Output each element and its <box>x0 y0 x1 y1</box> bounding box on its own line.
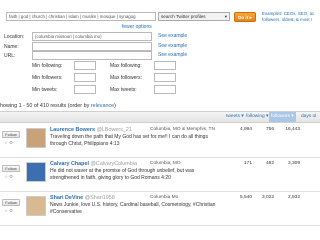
followers-count: 3,309 <box>287 161 300 166</box>
following-count: 756 <box>265 127 274 132</box>
col-tweets-label: tweets <box>226 114 240 119</box>
profile-name: Calvary Chapel <box>50 161 89 167</box>
min-tweets-input[interactable] <box>74 85 96 94</box>
gear-icon[interactable]: ⚙ <box>9 140 14 145</box>
profile-name: Laurence Bowers <box>50 127 95 133</box>
max-tweets-input[interactable] <box>154 85 176 94</box>
min-followers-input[interactable] <box>74 73 96 82</box>
profile-bio: Traveling down the path that My God has … <box>50 134 208 147</box>
name-example-link[interactable]: See example <box>158 43 187 49</box>
order-relevance-link[interactable]: relevance <box>91 103 114 109</box>
results-summary-text: howing 1 - 50 of 410 results (order by <box>0 103 91 109</box>
col-following[interactable]: following ▾ <box>246 114 268 119</box>
search-type-select[interactable]: search Twitter profiles ▾ <box>158 12 230 21</box>
max-following-input[interactable] <box>154 61 176 70</box>
profile-name: Shari DeVine <box>50 195 84 201</box>
profile-name-link[interactable]: Laurence Bowers @LBowers_21 <box>50 127 132 133</box>
max-following-label: Max following: <box>110 63 142 69</box>
chevron-down-icon: ▾ <box>291 114 294 119</box>
profile-handle: @Shari1958 <box>84 195 115 201</box>
location-input[interactable]: (columbia missouri | columbia mo) <box>32 32 152 41</box>
location-example-link[interactable]: See example <box>158 33 187 39</box>
min-following-label: Min following: <box>32 63 63 69</box>
avatar[interactable] <box>26 128 46 148</box>
avatar[interactable] <box>26 162 46 182</box>
max-followers-label: Max followers: <box>110 75 142 81</box>
fewer-options-link[interactable]: fewer options <box>122 24 152 30</box>
gear-icon[interactable]: ⚙ <box>9 174 14 179</box>
follow-button[interactable]: Follow <box>2 199 20 206</box>
max-tweets-label: Max tweets: <box>110 87 137 93</box>
name-input[interactable] <box>32 42 152 51</box>
profile-name-link[interactable]: Shari DeVine @Shari1958 <box>50 195 115 201</box>
table-row: Follow ☆⚙ Shari DeVine @Shari1958 Columb… <box>0 192 320 226</box>
col-tweets[interactable]: tweets ▾ <box>226 114 244 119</box>
results-summary: howing 1 - 50 of 410 results (order by r… <box>0 103 116 109</box>
profile-location: Columbia, MO <box>150 161 181 166</box>
name-label: Name: <box>4 44 19 50</box>
chevron-down-icon: ▾ <box>224 14 227 19</box>
followers-count: 16,443 <box>285 127 300 132</box>
profile-bio: News Junkie, love U.S. history, Cardinal… <box>50 202 216 215</box>
following-count: 482 <box>265 161 274 166</box>
min-following-input[interactable] <box>74 61 96 70</box>
url-input[interactable] <box>32 51 152 60</box>
row-action-icons: ☆⚙ <box>4 174 14 180</box>
examples-text[interactable]: Examples: CEOs, SEO, ac <box>262 11 314 16</box>
search-type-value: search Twitter profiles <box>161 14 206 19</box>
location-label: Location: <box>4 34 25 40</box>
min-followers-label: Min followers: <box>32 75 63 81</box>
go-button[interactable]: Do it ▸ <box>234 12 256 22</box>
follow-button[interactable]: Follow <box>2 165 20 172</box>
go-button-label: Do it <box>238 15 249 20</box>
row-action-icons: ☆⚙ <box>4 208 14 214</box>
min-tweets-label: Min tweets: <box>32 87 58 93</box>
chevron-down-icon: ▾ <box>241 114 244 119</box>
url-label: URL: <box>4 53 16 59</box>
following-count: 3,022 <box>261 195 274 200</box>
row-action-icons: ☆⚙ <box>4 140 14 146</box>
profile-handle: @LBowers_21 <box>96 127 132 133</box>
profile-bio: He did not waver at the promise of God t… <box>50 168 195 181</box>
results-summary-end: ) <box>114 103 116 109</box>
profile-name-link[interactable]: Calvary Chapel @CalvaryColumbia <box>50 161 137 167</box>
profile-location: Columbia, MO & Memphis, TN <box>150 127 215 132</box>
arrow-right-icon: ▸ <box>249 15 252 20</box>
table-row: Follow ☆⚙ Laurence Bowers @LBowers_21 Co… <box>0 124 320 158</box>
followers-count: 2,932 <box>287 195 300 200</box>
col-days-old[interactable]: days ol <box>301 114 316 119</box>
max-followers-input[interactable] <box>154 73 176 82</box>
url-example-link[interactable]: See example <box>158 52 187 58</box>
avatar[interactable] <box>26 196 46 216</box>
col-following-label: following <box>246 114 265 119</box>
examples-text-2[interactable]: followers, oldest, & most r <box>262 17 312 22</box>
follow-button[interactable]: Follow <box>2 131 20 138</box>
profile-location: Columbia Mo <box>150 195 179 200</box>
col-followers-label: followers <box>271 114 290 119</box>
col-followers[interactable]: followers ▾ <box>269 112 296 122</box>
table-row: Follow ☆⚙ Calvary Chapel @CalvaryColumbi… <box>0 158 320 192</box>
profile-handle: @CalvaryColumbia <box>90 161 137 167</box>
search-input[interactable]: faith | god | church | christian | islam… <box>6 12 156 21</box>
gear-icon[interactable]: ⚙ <box>9 208 14 213</box>
